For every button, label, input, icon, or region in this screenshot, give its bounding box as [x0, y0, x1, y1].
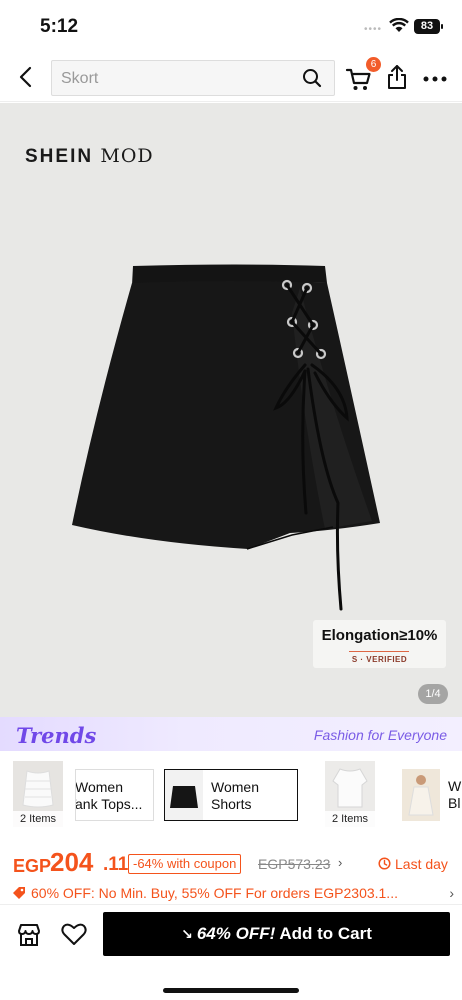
chevron-right-icon[interactable]: ›	[338, 855, 342, 870]
category-thumb-tank-tops[interactable]: 2 Items	[13, 761, 63, 827]
wifi-icon	[389, 18, 409, 32]
status-bar: 5:12 •••• 83	[0, 0, 462, 52]
original-price: EGP573.23	[258, 856, 331, 872]
tag-icon	[13, 887, 25, 899]
last-day-label: Last day	[395, 856, 448, 872]
status-time: 5:12	[40, 16, 79, 37]
related-categories: 2 Items Women Tank Tops... Women Shorts …	[0, 759, 462, 829]
category-card-tank-tops[interactable]: Women Tank Tops...	[75, 769, 154, 821]
cart-count-badge: 6	[366, 57, 381, 72]
category-thumb-blouses[interactable]: 2 Items	[325, 761, 375, 827]
search-header: Skort 6	[0, 52, 462, 102]
price-currency: EGP	[13, 856, 52, 876]
dress-image	[402, 769, 440, 821]
badge-divider	[349, 651, 409, 652]
bottom-action-bar: ↘ 64% OFF! Add to Cart	[0, 904, 462, 1000]
elongation-title: Elongation≥10%	[321, 627, 438, 644]
back-icon[interactable]	[14, 64, 40, 90]
promo-text: 60% OFF: No Min. Buy, 55% OFF For orders…	[31, 885, 398, 901]
trends-logo: Trends	[16, 723, 97, 748]
chevron-right-icon[interactable]: ›	[449, 885, 454, 901]
store-icon[interactable]	[16, 922, 42, 948]
add-to-cart-button[interactable]: ↘ 64% OFF! Add to Cart	[103, 912, 450, 956]
verified-label: S · VERIFIED	[351, 655, 408, 664]
price-amount: 204	[50, 847, 94, 877]
wishlist-heart-icon[interactable]	[61, 922, 87, 946]
search-placeholder: Skort	[61, 70, 99, 87]
image-counter: 1/4	[418, 684, 448, 704]
price-decimals: .11	[103, 854, 129, 875]
category-card-shorts[interactable]: Women Shorts	[164, 769, 298, 821]
trends-slogan: Fashion for Everyone	[313, 727, 447, 743]
trend-down-icon: ↘	[181, 926, 193, 942]
coupon-badge[interactable]: -64% with coupon	[128, 854, 242, 874]
price-row: EGP 204 .11 -64% with coupon EGP573.23 ›…	[0, 847, 462, 880]
item-count: 2 Items	[325, 811, 375, 827]
battery-icon: 83	[414, 19, 443, 34]
home-indicator	[163, 988, 299, 993]
category-card-blouses[interactable]: W Bl	[389, 769, 462, 821]
elongation-badge: Elongation≥10% S · VERIFIED	[313, 620, 446, 668]
shorts-image	[165, 770, 203, 820]
signal-icon: ••••	[364, 24, 383, 35]
share-icon[interactable]	[386, 64, 408, 90]
more-options-icon[interactable]	[423, 76, 447, 82]
promo-banner[interactable]: 60% OFF: No Min. Buy, 55% OFF For orders…	[12, 883, 458, 905]
trends-banner[interactable]: Trends Fashion for Everyone	[0, 717, 462, 751]
search-icon[interactable]	[302, 68, 322, 88]
product-image-carousel[interactable]: SHEIN MOD Elongation≥10% S · VERIFIED 1/…	[0, 103, 462, 717]
item-count: 2 Items	[13, 811, 63, 827]
clock-icon	[378, 857, 391, 870]
search-input[interactable]: Skort	[51, 60, 335, 96]
